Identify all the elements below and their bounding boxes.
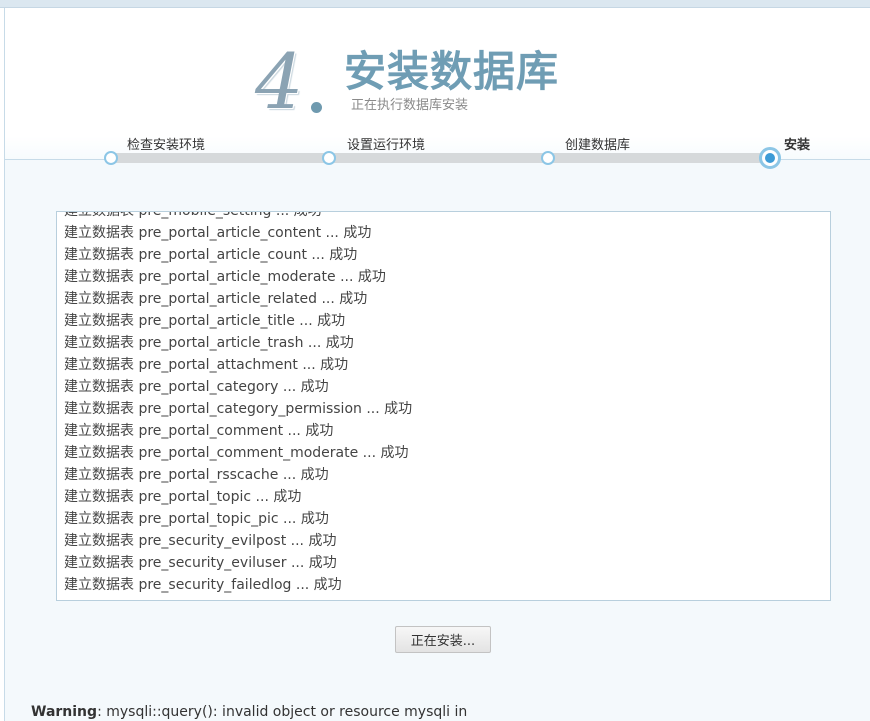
installer-frame: 4 安装数据库 正在执行数据库安装 检查安装环境 设置运行环境 创建数据库 安装… bbox=[4, 8, 870, 721]
log-line: 建立数据表 pre_security_failedlog ... 成功 bbox=[64, 577, 342, 593]
step-node-check-env bbox=[104, 151, 118, 165]
step-node-create-db bbox=[541, 151, 555, 165]
log-line: 建立数据表 pre_portal_article_count ... 成功 bbox=[64, 247, 358, 263]
step-label-create-db: 创建数据库 bbox=[565, 138, 631, 153]
log-line: 建立数据表 pre_portal_attachment ... 成功 bbox=[64, 357, 349, 373]
step-label-check-env: 检查安装环境 bbox=[127, 138, 206, 153]
page-subtitle: 正在执行数据库安装 bbox=[351, 98, 469, 113]
step-number-dot bbox=[311, 102, 322, 113]
log-line: 建立数据表 pre_mobile_setting ... 成功 bbox=[64, 211, 322, 219]
log-line: 建立数据表 pre_portal_article_related ... 成功 bbox=[64, 291, 368, 307]
log-line: 建立数据表 pre_portal_category ... 成功 bbox=[64, 379, 329, 395]
step-label-install: 安装 bbox=[784, 138, 811, 153]
log-line: 建立数据表 pre_portal_article_moderate ... 成功 bbox=[64, 269, 386, 285]
install-log[interactable]: 建立数据表 pre_mobile_setting ... 成功 建立数据表 pr… bbox=[56, 211, 831, 601]
log-line: 建立数据表 pre_portal_topic_pic ... 成功 bbox=[64, 511, 329, 527]
step-node-setup-env bbox=[322, 151, 336, 165]
log-line: 建立数据表 pre_portal_topic ... 成功 bbox=[64, 489, 302, 505]
page-title: 安装数据库 bbox=[344, 47, 560, 96]
log-line: 建立数据表 pre_portal_article_content ... 成功 bbox=[64, 225, 372, 241]
log-line: 建立数据表 pre_portal_article_trash ... 成功 bbox=[64, 335, 354, 351]
log-line: 建立数据表 pre_portal_rsscache ... 成功 bbox=[64, 467, 329, 483]
top-strip bbox=[0, 0, 870, 8]
warning-message: : mysqli::query(): invalid object or res… bbox=[97, 704, 468, 720]
log-line: 建立数据表 pre_portal_comment ... 成功 bbox=[64, 423, 334, 439]
log-line: 建立数据表 pre_portal_article_title ... 成功 bbox=[64, 313, 346, 329]
log-line: 建立数据表 pre_portal_comment_moderate ... 成功 bbox=[64, 445, 409, 461]
installing-button[interactable]: 正在安装... bbox=[395, 626, 491, 653]
step-number: 4 bbox=[255, 37, 304, 126]
install-log-content: 建立数据表 pre_mobile_setting ... 成功 建立数据表 pr… bbox=[64, 211, 413, 596]
log-line: 建立数据表 pre_security_eviluser ... 成功 bbox=[64, 555, 337, 571]
php-warning: Warning: mysqli::query(): invalid object… bbox=[31, 704, 467, 720]
log-line: 建立数据表 pre_security_evilpost ... 成功 bbox=[64, 533, 337, 549]
step-node-install bbox=[759, 147, 781, 169]
progress-track bbox=[111, 153, 775, 163]
warning-label: Warning bbox=[31, 704, 98, 720]
step-label-setup-env: 设置运行环境 bbox=[347, 138, 426, 153]
log-line: 建立数据表 pre_portal_category_permission ...… bbox=[64, 401, 413, 417]
